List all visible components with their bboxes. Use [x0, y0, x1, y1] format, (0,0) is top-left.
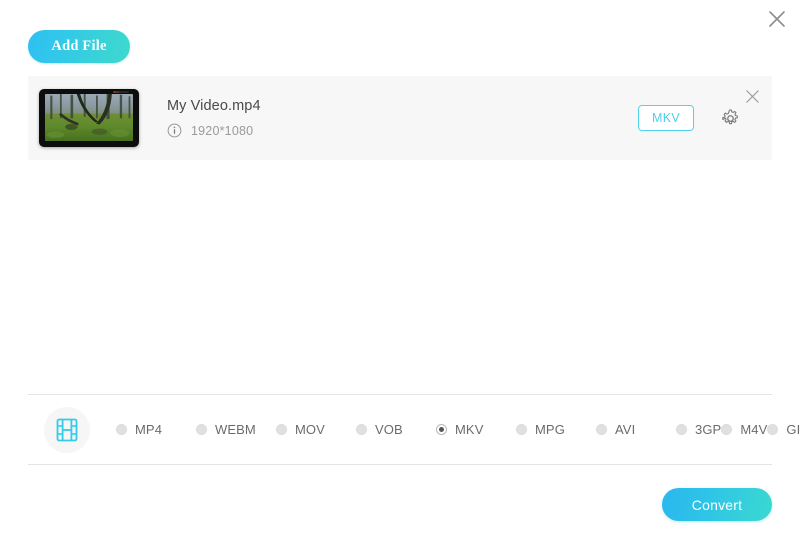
format-option-mpg[interactable]: MPG [516, 417, 596, 443]
format-label: MOV [295, 422, 325, 437]
radio-mov[interactable] [276, 424, 287, 435]
format-option-gif[interactable]: GIF [767, 417, 800, 443]
format-label: MKV [455, 422, 484, 437]
radio-mp4[interactable] [116, 424, 127, 435]
thumbnail-image [45, 94, 133, 141]
radio-avi[interactable] [596, 424, 607, 435]
add-file-button[interactable]: Add File [28, 30, 130, 63]
window-close-button[interactable] [760, 2, 794, 36]
format-option-3gp[interactable]: 3GP [676, 417, 721, 443]
radio-3gp[interactable] [676, 424, 687, 435]
radio-mpg[interactable] [516, 424, 527, 435]
format-label: GIF [786, 422, 800, 437]
format-options-grid: MP4 WEBM MOV VOB MKV MPG AVI 3GP M4V GIF… [116, 417, 800, 443]
format-option-avi[interactable]: AVI [596, 417, 676, 443]
radio-webm[interactable] [196, 424, 207, 435]
format-option-mkv[interactable]: MKV [436, 417, 516, 443]
file-info: My Video.mp4 1920*1080 [167, 98, 638, 138]
format-option-webm[interactable]: WEBM [196, 417, 276, 443]
add-file-container: Add File [28, 30, 130, 63]
forest-scene-graphic [45, 94, 133, 141]
file-list-item: My Video.mp4 1920*1080 MKV [28, 76, 772, 160]
format-label: 3GP [695, 422, 722, 437]
format-label: WEBM [215, 422, 256, 437]
format-label: MPG [535, 422, 565, 437]
output-format-button[interactable]: MKV [638, 105, 694, 131]
radio-mkv[interactable] [436, 424, 447, 435]
file-resolution: 1920*1080 [191, 123, 254, 138]
format-option-vob[interactable]: VOB [356, 417, 436, 443]
film-strip-icon [56, 418, 78, 441]
format-option-mov[interactable]: MOV [276, 417, 356, 443]
radio-vob[interactable] [356, 424, 367, 435]
close-icon [745, 89, 759, 103]
format-label: VOB [375, 422, 403, 437]
format-option-mp4[interactable]: MP4 [116, 417, 196, 443]
video-thumbnail[interactable] [39, 89, 139, 147]
format-label: AVI [615, 422, 636, 437]
format-option-m4v[interactable]: M4V [721, 417, 767, 443]
file-sub-info: 1920*1080 [167, 123, 638, 138]
radio-m4v[interactable] [721, 424, 733, 435]
remove-file-button[interactable] [740, 84, 764, 108]
file-settings-button[interactable] [717, 105, 743, 131]
format-label: MP4 [135, 422, 163, 437]
radio-gif[interactable] [767, 424, 779, 435]
format-selection-panel: MP4 WEBM MOV VOB MKV MPG AVI 3GP M4V GIF… [28, 394, 800, 465]
video-formats-button[interactable] [44, 406, 90, 453]
format-label: M4V [740, 422, 768, 437]
file-name: My Video.mp4 [167, 98, 261, 114]
convert-button[interactable]: Convert [662, 488, 772, 521]
gear-icon [721, 109, 738, 124]
close-icon [769, 11, 785, 27]
thumbnail-top-strip [113, 91, 129, 93]
info-circle-icon [167, 123, 182, 138]
